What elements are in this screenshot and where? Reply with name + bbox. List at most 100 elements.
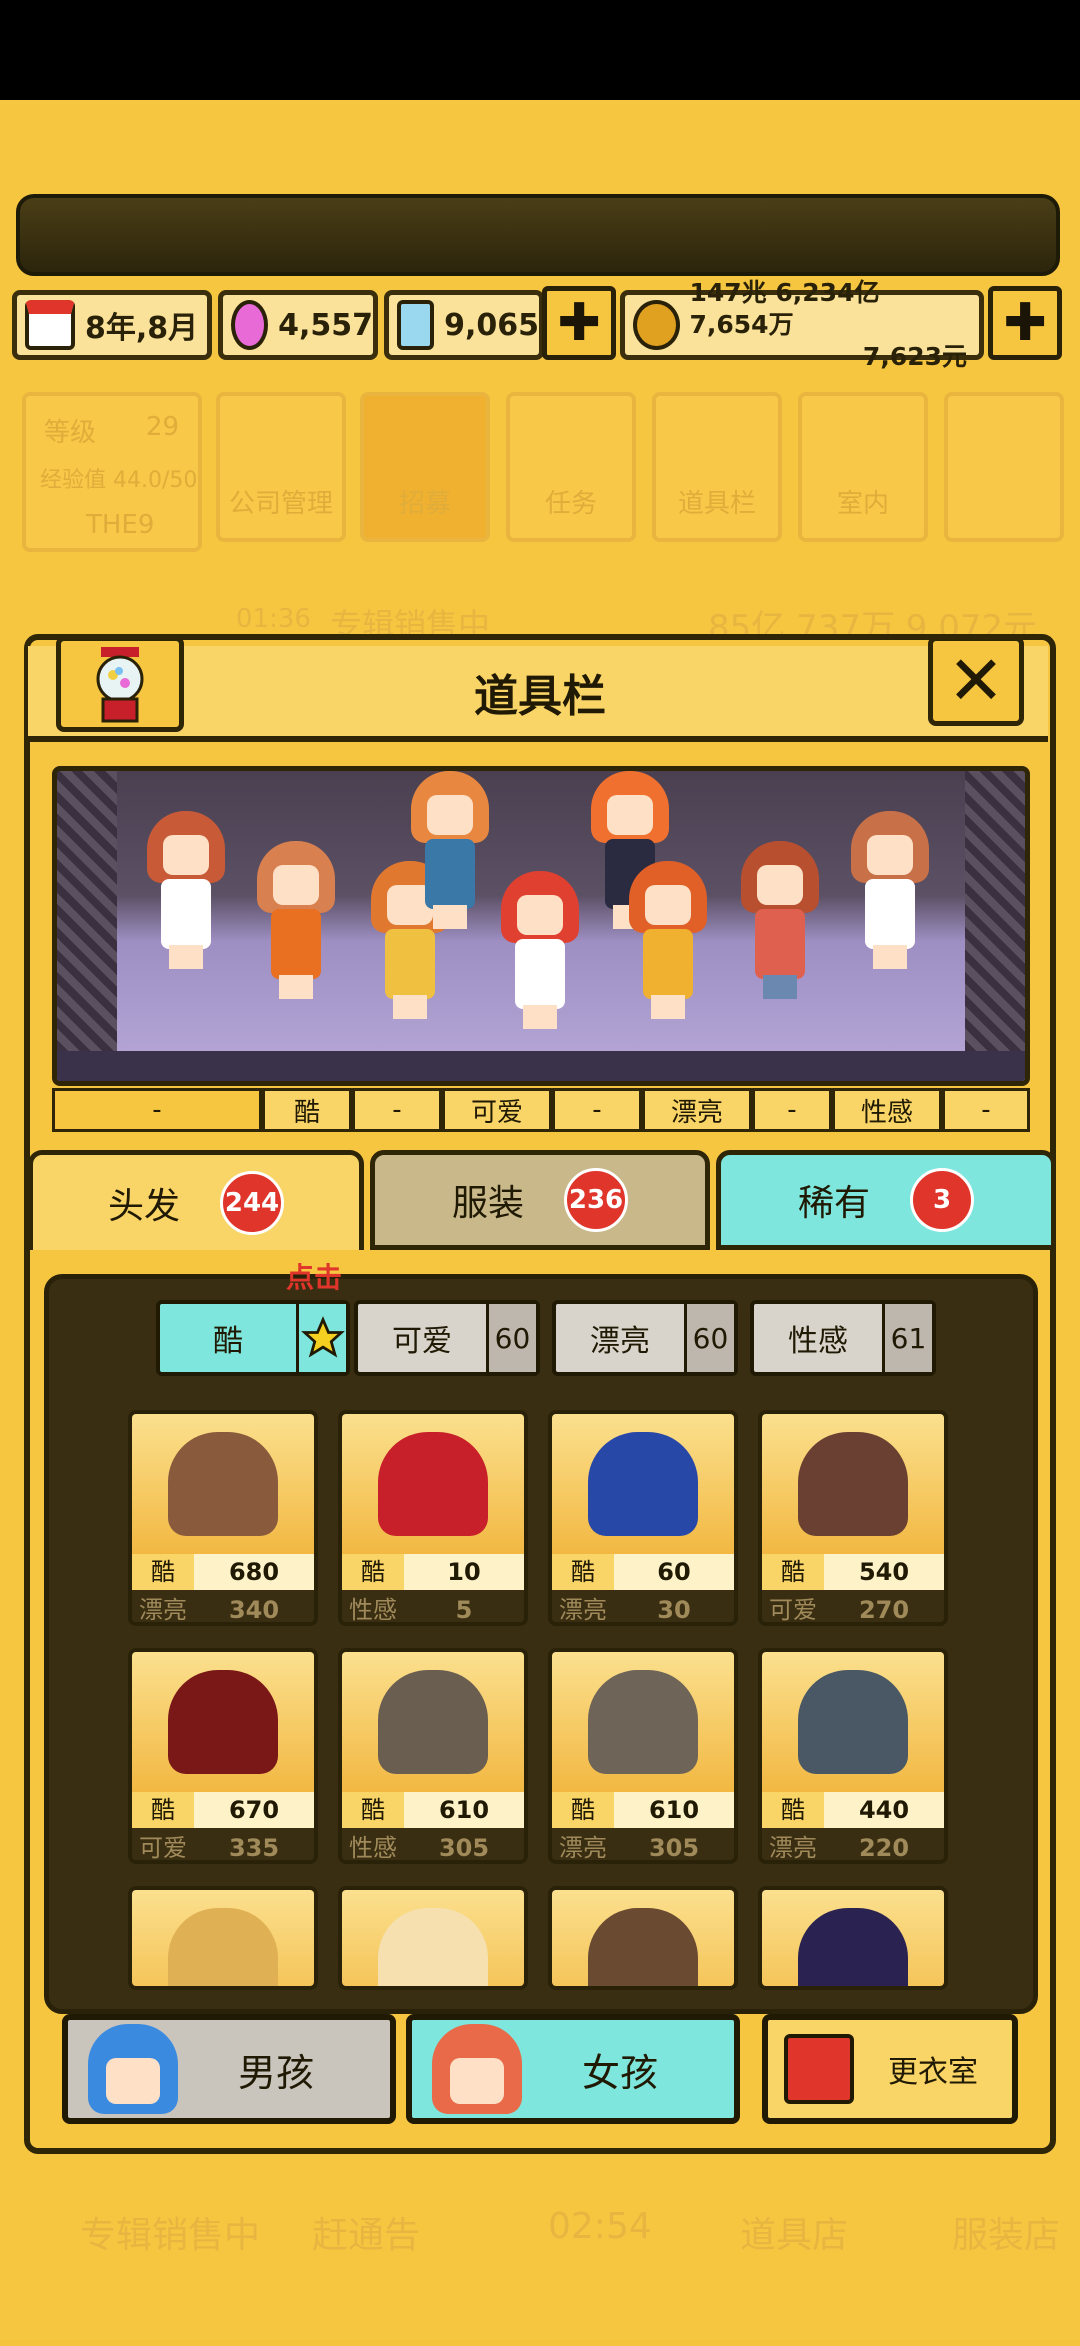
stat-label: 漂亮 [559,1834,607,1862]
hair-item-card[interactable]: 酷 10 性感 5 [338,1410,528,1626]
filter-tab-pretty-label: 漂亮 [590,1324,650,1359]
item-image [132,1890,314,1986]
filter-tab-cool[interactable]: 酷 [156,1300,350,1376]
star-icon [296,1304,346,1372]
tab-hair[interactable]: 头发 244 [28,1150,364,1250]
hair-item-card[interactable]: 酷 540 可爱 270 [758,1410,948,1626]
tab-rare[interactable]: 稀有 3 [716,1150,1056,1250]
stage-wall-left [57,771,117,1051]
tab-rare-label: 稀有 [797,1183,870,1224]
interior-menu-button[interactable]: 室内 [798,392,928,542]
idol-figure [847,811,933,971]
company-menu-button[interactable]: 公司管理 [216,392,346,542]
pink-gem-value: 4,557 [278,307,373,343]
system-status-bar [0,0,1080,100]
gacha-machine-button[interactable] [56,636,184,732]
stat-label: 酷 [571,1796,595,1824]
stat-value: 5 [455,1596,473,1624]
filter-tab-cute[interactable]: 可爱 60 [354,1300,540,1376]
menu-label-company: 公司管理 [228,489,333,519]
item-image [132,1652,314,1792]
stat-value: - [752,1088,832,1132]
filter-tab-pretty-count: 60 [684,1304,734,1372]
money-line-2: 7,623元 [862,342,967,371]
item-secondary-stat: 漂亮 305 [552,1830,734,1862]
filter-tab-cool-label: 酷 [213,1324,243,1359]
menu-label-recruit: 招募 [398,489,451,519]
boy-label: 男孩 [238,2050,315,2095]
tab-hair-badge: 244 [220,1170,284,1235]
pink-gem-counter: 4,557 [218,290,378,360]
item-image [132,1414,314,1554]
girl-avatar-icon [432,2024,522,2114]
pink-gem-icon [231,300,269,350]
date-display: 8年,8月 [12,290,212,360]
wardrobe-button[interactable]: 更衣室 [762,2014,1018,2124]
filter-tab-pretty[interactable]: 漂亮 60 [552,1300,738,1376]
coin-icon [633,300,680,350]
add-money-button[interactable]: ✚ [988,286,1062,360]
idol-figure [253,841,339,1001]
hair-item-card[interactable]: 酷 440 漂亮 220 [758,1648,948,1864]
boy-button[interactable]: 男孩 [62,2014,396,2124]
item-secondary-stat: 漂亮 340 [132,1592,314,1622]
resource-bar: 8年,8月 4,557 9,065 ✚ 147兆 6,234亿 7,654万 7… [12,278,1068,371]
hair-item-card[interactable]: 酷 60 漂亮 30 [548,1410,738,1626]
stat-label: 酷 [361,1796,385,1824]
hair-item-card[interactable] [758,1886,948,1990]
stat-label: 酷 [151,1796,175,1824]
blue-gem-value: 9,065 [444,307,539,343]
blue-gem-icon [397,300,435,350]
hair-item-card[interactable]: 酷 680 漂亮 340 [128,1410,318,1626]
item-primary-stat: 酷 680 [132,1554,314,1590]
date-text: 8年,8月 [85,311,199,346]
hair-icon [798,1670,908,1774]
item-image [762,1890,944,1986]
filter-tab-cute-label: 可爱 [392,1324,452,1359]
girl-button[interactable]: 女孩 [406,2014,740,2124]
task-menu-button[interactable]: 任务 [506,392,636,542]
stat-total: - [52,1088,262,1132]
hair-item-card[interactable] [338,1886,528,1990]
money-counter: 147兆 6,234亿 7,654万 7,623元 [620,278,984,371]
bottom-menu-timer: 02:54 [548,2206,652,2247]
hair-item-card[interactable] [548,1886,738,1990]
boy-avatar-icon [88,2024,178,2114]
idol-figure [407,771,493,931]
close-icon: ✕ [947,641,1005,721]
stat-value: - [942,1088,1030,1132]
item-image [342,1414,524,1554]
item-image [552,1652,734,1792]
inventory-menu-button[interactable]: 道具栏 [652,392,782,542]
shirt-menu-button[interactable] [944,392,1064,542]
hair-icon [588,1908,698,1986]
bottom-menu-item-shop: 道具店 [740,2215,849,2256]
stat-value: - [352,1088,442,1132]
hair-item-card[interactable] [128,1886,318,1990]
item-primary-stat: 酷 610 [342,1792,524,1828]
add-gems-button[interactable]: ✚ [542,286,616,360]
item-primary-stat: 酷 670 [132,1792,314,1828]
close-button[interactable]: ✕ [928,636,1024,726]
tab-clothes[interactable]: 服装 236 [370,1150,710,1250]
stat-label: 酷 [151,1558,175,1586]
filter-tab-sexy[interactable]: 性感 61 [750,1300,936,1376]
stat-label: 漂亮 [559,1596,607,1624]
item-primary-stat: 酷 10 [342,1554,524,1590]
stat-label: 酷 [781,1558,805,1586]
item-secondary-stat: 漂亮 30 [552,1592,734,1624]
stat-value: 305 [438,1834,490,1862]
hair-item-card[interactable]: 酷 670 可爱 335 [128,1648,318,1864]
hair-icon [798,1432,908,1536]
item-primary-stat: 酷 440 [762,1792,944,1828]
tab-rare-badge: 3 [910,1168,974,1232]
item-image [342,1652,524,1792]
hair-item-card[interactable]: 酷 610 性感 305 [338,1648,528,1864]
item-image [762,1652,944,1792]
stat-label: 漂亮 [769,1834,817,1862]
bottom-menu-schedule: 赶通告 [312,2215,421,2256]
menu-label-interior: 室内 [836,489,889,519]
stat-label: 性感 [832,1088,942,1132]
hair-item-card[interactable]: 酷 610 漂亮 305 [548,1648,738,1864]
recruit-menu-button[interactable]: 招募 [360,392,490,542]
